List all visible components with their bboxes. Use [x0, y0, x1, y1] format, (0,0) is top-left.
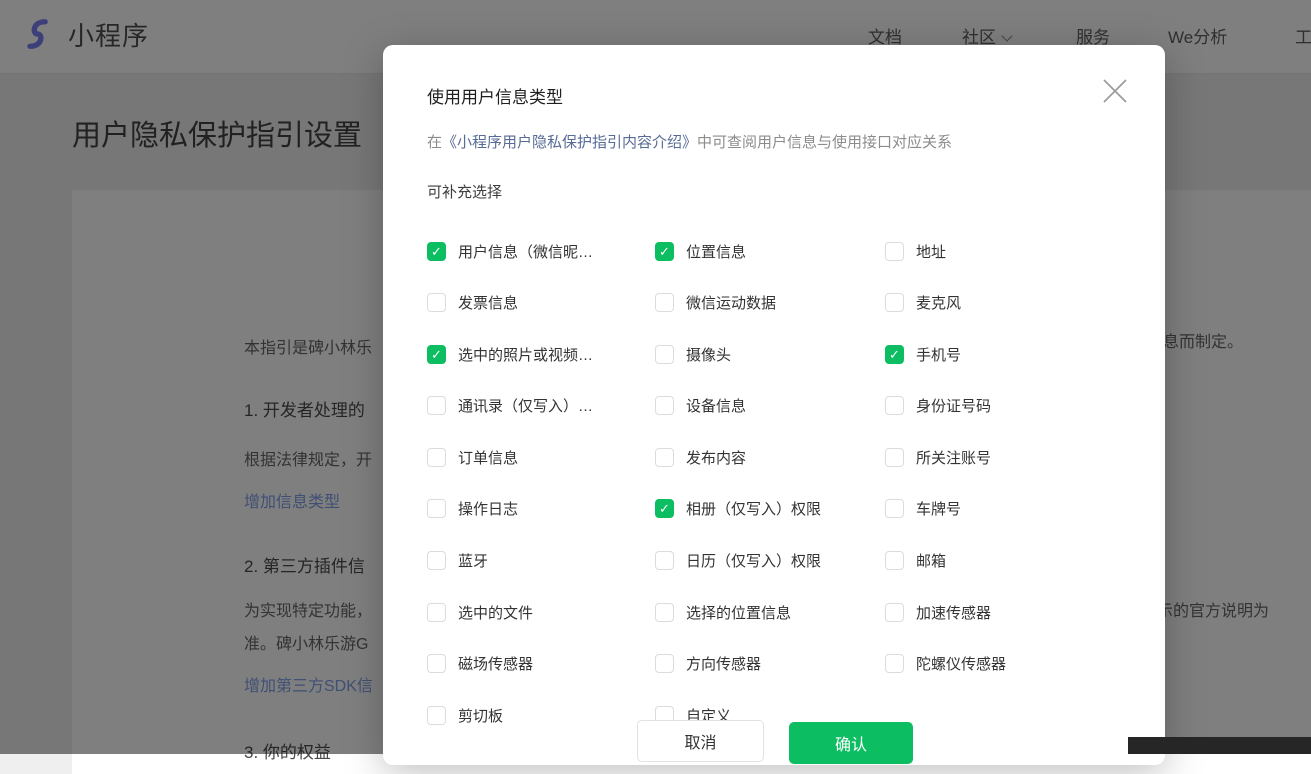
- privacy-option-label: 蓝牙: [458, 550, 488, 571]
- privacy-option-label: 摄像头: [686, 344, 731, 365]
- checkbox-checked-icon[interactable]: ✓: [427, 242, 446, 261]
- privacy-option[interactable]: 车牌号: [885, 499, 1129, 519]
- privacy-option-label: 选中的照片或视频…: [458, 344, 593, 365]
- privacy-option[interactable]: 操作日志: [427, 499, 655, 519]
- privacy-option[interactable]: 所关注账号: [885, 447, 1129, 467]
- checkbox-unchecked-icon[interactable]: [427, 499, 446, 518]
- checkbox-unchecked-icon[interactable]: [427, 448, 446, 467]
- checkbox-checked-icon[interactable]: ✓: [655, 499, 674, 518]
- privacy-option-label: 通讯录（仅写入）…: [458, 395, 593, 416]
- checkbox-unchecked-icon[interactable]: [427, 293, 446, 312]
- privacy-option-label: 用户信息（微信昵…: [458, 241, 593, 262]
- checkbox-unchecked-icon[interactable]: [885, 499, 904, 518]
- privacy-option-label: 地址: [916, 241, 946, 262]
- privacy-option-label: 发票信息: [458, 292, 518, 313]
- privacy-option-label: 加速传感器: [916, 602, 991, 623]
- privacy-option-label: 麦克风: [916, 292, 961, 313]
- privacy-option[interactable]: 磁场传感器: [427, 654, 655, 674]
- checkbox-checked-icon[interactable]: ✓: [885, 345, 904, 364]
- checkbox-unchecked-icon[interactable]: [885, 654, 904, 673]
- checkbox-unchecked-icon[interactable]: [427, 706, 446, 725]
- privacy-option-label: 方向传感器: [686, 653, 761, 674]
- privacy-option-label: 剪切板: [458, 705, 503, 726]
- privacy-option-label: 车牌号: [916, 498, 961, 519]
- dark-corner-box: [1128, 737, 1311, 754]
- cancel-button[interactable]: 取消: [637, 720, 764, 762]
- checkbox-unchecked-icon[interactable]: [655, 551, 674, 570]
- privacy-option-label: 选择的位置信息: [686, 602, 791, 623]
- privacy-option-label: 订单信息: [458, 447, 518, 468]
- checkbox-unchecked-icon[interactable]: [427, 396, 446, 415]
- checkbox-unchecked-icon[interactable]: [885, 242, 904, 261]
- privacy-option[interactable]: 摄像头: [655, 344, 885, 364]
- checkbox-checked-icon[interactable]: ✓: [427, 345, 446, 364]
- checkbox-unchecked-icon[interactable]: [655, 603, 674, 622]
- close-icon[interactable]: [1101, 77, 1129, 105]
- checkbox-unchecked-icon[interactable]: [655, 396, 674, 415]
- privacy-option[interactable]: 剪切板: [427, 705, 655, 725]
- checkbox-unchecked-icon[interactable]: [655, 293, 674, 312]
- privacy-option[interactable]: 设备信息: [655, 396, 885, 416]
- privacy-option[interactable]: 日历（仅写入）权限: [655, 551, 885, 571]
- privacy-option[interactable]: 微信运动数据: [655, 293, 885, 313]
- privacy-option[interactable]: 选择的位置信息: [655, 602, 885, 622]
- privacy-option[interactable]: 地址: [885, 241, 1129, 261]
- privacy-option-label: 选中的文件: [458, 602, 533, 623]
- privacy-option[interactable]: 发票信息: [427, 293, 655, 313]
- checkbox-unchecked-icon[interactable]: [427, 603, 446, 622]
- privacy-option[interactable]: ✓ 选中的照片或视频…: [427, 344, 655, 364]
- privacy-option-label: 微信运动数据: [686, 292, 776, 313]
- dialog-intro: 在《小程序用户隐私保护指引内容介绍》中可查阅用户信息与使用接口对应关系: [427, 131, 952, 152]
- privacy-option[interactable]: 订单信息: [427, 447, 655, 467]
- options-grid: ✓ 用户信息（微信昵… ✓ 位置信息 地址发票信息 微信运动数据 麦克风 ✓ 选中的照片或视频……: [427, 241, 1129, 757]
- privacy-option[interactable]: 选中的文件: [427, 602, 655, 622]
- privacy-option[interactable]: 通讯录（仅写入）…: [427, 396, 655, 416]
- checkbox-unchecked-icon[interactable]: [885, 293, 904, 312]
- confirm-button[interactable]: 确认: [789, 722, 913, 764]
- checkbox-unchecked-icon[interactable]: [427, 551, 446, 570]
- privacy-option[interactable]: 蓝牙: [427, 551, 655, 571]
- privacy-option[interactable]: 麦克风: [885, 293, 1129, 313]
- privacy-option-label: 操作日志: [458, 498, 518, 519]
- privacy-option[interactable]: 方向传感器: [655, 654, 885, 674]
- intro-suffix: 中可查阅用户信息与使用接口对应关系: [697, 134, 952, 151]
- privacy-option[interactable]: ✓ 用户信息（微信昵…: [427, 241, 655, 261]
- checkbox-unchecked-icon[interactable]: [885, 448, 904, 467]
- checkbox-unchecked-icon[interactable]: [655, 654, 674, 673]
- privacy-option-label: 设备信息: [686, 395, 746, 416]
- privacy-option[interactable]: ✓ 相册（仅写入）权限: [655, 499, 885, 519]
- privacy-option[interactable]: 陀螺仪传感器: [885, 654, 1129, 674]
- privacy-option-label: 相册（仅写入）权限: [686, 498, 821, 519]
- privacy-option-label: 身份证号码: [916, 395, 991, 416]
- privacy-option-label: 邮箱: [916, 550, 946, 571]
- privacy-option-label: 位置信息: [686, 241, 746, 262]
- privacy-option[interactable]: 邮箱: [885, 551, 1129, 571]
- privacy-option-label: 陀螺仪传感器: [916, 653, 1006, 674]
- checkbox-unchecked-icon[interactable]: [655, 448, 674, 467]
- privacy-option[interactable]: ✓ 手机号: [885, 344, 1129, 364]
- section-label: 可补充选择: [427, 181, 502, 202]
- checkbox-checked-icon[interactable]: ✓: [655, 242, 674, 261]
- checkbox-unchecked-icon[interactable]: [885, 603, 904, 622]
- privacy-option[interactable]: 加速传感器: [885, 602, 1129, 622]
- privacy-option[interactable]: 发布内容: [655, 447, 885, 467]
- privacy-option[interactable]: ✓ 位置信息: [655, 241, 885, 261]
- checkbox-unchecked-icon[interactable]: [885, 551, 904, 570]
- privacy-option[interactable]: 身份证号码: [885, 396, 1129, 416]
- intro-prefix: 在: [427, 134, 442, 151]
- user-info-type-dialog: 使用用户信息类型 在《小程序用户隐私保护指引内容介绍》中可查阅用户信息与使用接口…: [383, 45, 1165, 765]
- dialog-title: 使用用户信息类型: [427, 83, 563, 108]
- privacy-option-label: 手机号: [916, 344, 961, 365]
- privacy-option-label: 所关注账号: [916, 447, 991, 468]
- checkbox-unchecked-icon[interactable]: [655, 345, 674, 364]
- privacy-guide-intro-link[interactable]: 《小程序用户隐私保护指引内容介绍》: [442, 134, 697, 151]
- privacy-option-label: 发布内容: [686, 447, 746, 468]
- privacy-option-label: 磁场传感器: [458, 653, 533, 674]
- checkbox-unchecked-icon[interactable]: [427, 654, 446, 673]
- checkbox-unchecked-icon[interactable]: [885, 396, 904, 415]
- privacy-option-label: 日历（仅写入）权限: [686, 550, 821, 571]
